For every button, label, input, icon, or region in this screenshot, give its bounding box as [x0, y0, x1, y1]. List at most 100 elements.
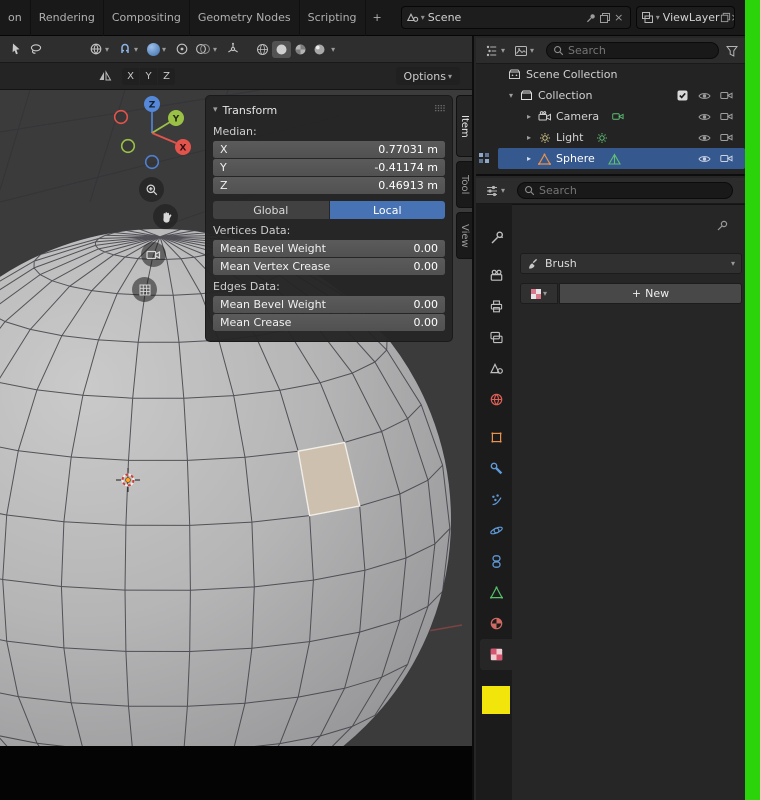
props-tab-object[interactable]: [480, 422, 512, 453]
props-tab-render[interactable]: [480, 260, 512, 291]
pin-icon[interactable]: [715, 219, 729, 233]
props-tab-modifiers[interactable]: [480, 453, 512, 484]
new-scene-icon[interactable]: [598, 12, 612, 24]
expand-icon[interactable]: ▸: [522, 154, 536, 163]
outliner-filter-mode-dropdown[interactable]: ▾: [511, 40, 537, 61]
props-tab-view-layer[interactable]: [480, 322, 512, 353]
remove-view-layer-icon[interactable]: ×: [731, 11, 734, 24]
options-dropdown[interactable]: Options ▾: [395, 67, 460, 85]
props-tab-particles[interactable]: [480, 484, 512, 515]
disable-render-icon[interactable]: [715, 154, 737, 163]
navigation-gizmo[interactable]: Z Y X: [105, 92, 205, 178]
add-workspace-button[interactable]: +: [366, 11, 389, 24]
shading-solid-button[interactable]: [272, 40, 292, 58]
outliner-search-input[interactable]: [568, 44, 712, 57]
workspace-tab-animation[interactable]: on: [0, 0, 31, 36]
props-tab-tool[interactable]: [480, 222, 512, 253]
median-x-field[interactable]: X 0.77031 m: [213, 141, 445, 158]
outliner-row-camera[interactable]: ▸ Camera: [476, 106, 745, 127]
mean-crease-field[interactable]: Mean Crease 0.00: [213, 314, 445, 331]
3d-cursor[interactable]: [116, 468, 140, 492]
props-tab-physics[interactable]: [480, 515, 512, 546]
properties-editor-type-dropdown[interactable]: ▾: [482, 180, 508, 201]
mean-bevel-weight-vertex-field[interactable]: Mean Bevel Weight 0.00: [213, 240, 445, 257]
props-tab-scene[interactable]: [480, 353, 512, 384]
workspace-tab-scripting[interactable]: Scripting: [300, 0, 366, 36]
snap-dropdown[interactable]: ▾: [115, 39, 141, 60]
expand-icon[interactable]: ▸: [522, 112, 536, 121]
view-layer-selector[interactable]: ▾ ViewLayer ×: [635, 6, 735, 29]
hide-eye-icon[interactable]: [693, 133, 715, 143]
props-tab-material[interactable]: [480, 608, 512, 639]
gizmo-minus-z-axis[interactable]: [144, 154, 160, 170]
outliner-row-sphere[interactable]: ▸ Sphere: [498, 148, 745, 169]
camera-view-button[interactable]: [141, 242, 166, 267]
hide-eye-icon[interactable]: [693, 91, 715, 101]
sidebar-tab-view[interactable]: View: [456, 212, 472, 259]
proportional-editing-dropdown[interactable]: ▾: [144, 39, 169, 60]
browse-texture-dropdown[interactable]: ▾: [520, 283, 558, 304]
shading-wireframe-button[interactable]: [253, 41, 272, 58]
properties-search[interactable]: [517, 182, 733, 199]
sidebar-tab-tool[interactable]: Tool: [456, 161, 472, 208]
workspace-tab-rendering[interactable]: Rendering: [31, 0, 104, 36]
outliner-row-collection[interactable]: ▾ Collection: [476, 85, 745, 106]
gizmos-toggle-icon[interactable]: [223, 39, 243, 59]
outliner-search[interactable]: [546, 42, 719, 59]
pin-icon[interactable]: [584, 12, 598, 24]
toggle-grid-button[interactable]: [132, 277, 157, 302]
brush-context-dropdown[interactable]: Brush ▾: [520, 253, 742, 274]
hide-eye-icon[interactable]: [693, 154, 715, 164]
lasso-select-icon[interactable]: [26, 39, 46, 59]
gizmo-minus-y-axis[interactable]: [120, 138, 136, 154]
props-tab-texture[interactable]: [480, 639, 512, 670]
properties-search-input[interactable]: [539, 184, 726, 197]
collection-checkbox-icon[interactable]: [671, 90, 693, 101]
pivot-point-icon[interactable]: [172, 39, 192, 59]
filter-funnel-icon[interactable]: [725, 44, 739, 58]
gizmo-minus-x-axis[interactable]: [113, 109, 129, 125]
mirror-z-toggle[interactable]: Z: [158, 67, 175, 85]
new-texture-button[interactable]: + New: [559, 283, 742, 304]
props-tab-output[interactable]: [480, 291, 512, 322]
shading-dropdown-icon[interactable]: ▾: [331, 45, 335, 54]
sidebar-tab-item[interactable]: Item: [456, 95, 472, 157]
mean-vertex-crease-field[interactable]: Mean Vertex Crease 0.00: [213, 258, 445, 275]
workspace-tab-geometry-nodes[interactable]: Geometry Nodes: [190, 0, 300, 36]
shading-rendered-button[interactable]: [310, 41, 329, 58]
unlink-scene-icon[interactable]: ×: [612, 11, 626, 24]
global-button[interactable]: Global: [213, 201, 329, 219]
median-y-field[interactable]: Y -0.41174 m: [213, 159, 445, 176]
outliner-row-scene-collection[interactable]: Scene Collection: [476, 64, 745, 85]
shading-material-button[interactable]: [291, 41, 310, 58]
tweak-tool-icon[interactable]: [6, 39, 26, 59]
zoom-button[interactable]: [139, 177, 164, 202]
expand-icon[interactable]: ▸: [522, 133, 536, 142]
color-swatch[interactable]: [482, 686, 510, 714]
outliner-row-light[interactable]: ▸ Light: [476, 127, 745, 148]
workspace-tab-compositing[interactable]: Compositing: [104, 0, 190, 36]
props-tab-object-data[interactable]: [480, 577, 512, 608]
panel-drag-grip[interactable]: ⠿⠿: [434, 105, 446, 115]
props-tab-world[interactable]: [480, 384, 512, 415]
local-button[interactable]: Local: [329, 201, 445, 219]
pan-hand-button[interactable]: [153, 204, 178, 229]
transform-orientation-dropdown[interactable]: ▾: [86, 39, 112, 60]
outliner-display-mode-dropdown[interactable]: ▾: [482, 40, 508, 61]
disable-render-icon[interactable]: [715, 112, 737, 121]
collapse-chevron-icon[interactable]: ▾: [213, 105, 218, 115]
disable-render-icon[interactable]: [715, 133, 737, 142]
mean-bevel-weight-edge-field[interactable]: Mean Bevel Weight 0.00: [213, 296, 445, 313]
median-z-field[interactable]: Z 0.46913 m: [213, 177, 445, 194]
selected-face[interactable]: [297, 441, 361, 517]
mirror-x-toggle[interactable]: X: [122, 67, 139, 85]
viewport-3d[interactable]: Z Y X ▾ Transform ⠿⠿ Median: X 0.77031 m…: [0, 90, 472, 746]
disable-render-icon[interactable]: [715, 91, 737, 100]
overlays-dropdown[interactable]: ▾: [192, 39, 220, 60]
new-view-layer-icon[interactable]: [720, 12, 731, 23]
expand-icon[interactable]: ▾: [504, 91, 518, 100]
hide-eye-icon[interactable]: [693, 112, 715, 122]
editor-type-icon[interactable]: [477, 151, 491, 165]
mirror-y-toggle[interactable]: Y: [140, 67, 157, 85]
props-tab-constraints[interactable]: [480, 546, 512, 577]
